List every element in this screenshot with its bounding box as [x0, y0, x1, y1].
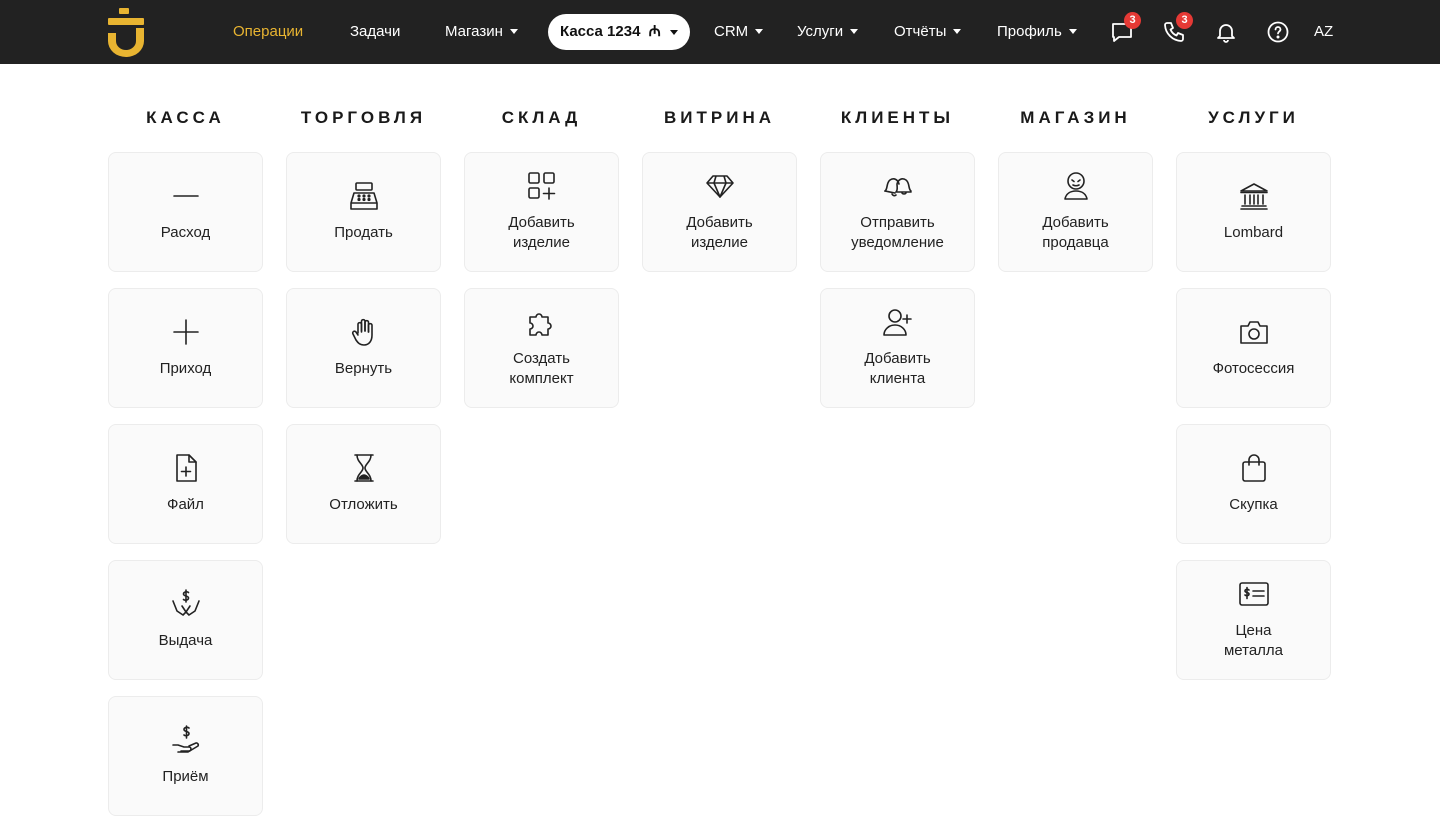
card-label: Отложить [329, 496, 398, 513]
nav-operations[interactable]: Операции [233, 0, 303, 64]
calls-badge: 3 [1176, 12, 1193, 29]
card-label: Вернуть [334, 360, 393, 377]
camera-icon [1239, 317, 1269, 347]
nav-reports-dropdown[interactable]: Отчёты [894, 0, 962, 64]
warehouse-add-item-card[interactable]: Добавить изделие [464, 152, 619, 272]
kassa-selector-label: Касса 1234 [560, 23, 641, 40]
card-label: Расход [160, 224, 211, 241]
user-add-icon [882, 307, 913, 337]
file-add-icon [171, 453, 201, 483]
card-label: Файл [167, 496, 204, 513]
caret-down-icon [1068, 28, 1077, 34]
nav-tasks[interactable]: Задачи [350, 0, 400, 64]
currency-symbol: ₼ [648, 23, 661, 40]
bell-icon [1217, 24, 1235, 43]
seller-icon [1061, 171, 1091, 201]
cash-register-icon [349, 181, 379, 211]
card-label: Отправить уведомление [851, 214, 944, 251]
send-notification-card[interactable]: Отправить уведомление [820, 152, 975, 272]
card-label: Выдача [158, 632, 213, 649]
hand-dollar-icon [171, 725, 201, 755]
postpone-card[interactable]: Отложить [286, 424, 441, 544]
showcase-add-item-card[interactable]: Добавить изделие [642, 152, 797, 272]
add-client-card[interactable]: Добавить клиента [820, 288, 975, 408]
top-navigation-bar: Операции Задачи Магазин Касса 1234 ₼ CRM… [0, 0, 1440, 64]
brand-logo-icon[interactable] [106, 6, 148, 58]
column-title-services: УСЛУГИ [1208, 108, 1299, 127]
hand-stop-icon [349, 317, 379, 347]
bank-icon [1239, 181, 1269, 211]
caret-down-icon [850, 28, 859, 34]
kassa-selector[interactable]: Касса 1234 ₼ [548, 14, 690, 50]
card-label: Скупка [1229, 496, 1278, 513]
nav-store-dropdown[interactable]: Магазин [445, 0, 518, 64]
calls-button[interactable]: 3 [1162, 12, 1193, 44]
hands-dollar-icon [171, 589, 201, 619]
lombard-card[interactable]: Lombard [1176, 152, 1331, 272]
bells-icon [883, 171, 913, 201]
caret-down-icon [953, 28, 962, 34]
messages-badge: 3 [1124, 12, 1141, 29]
shopping-bag-icon [1239, 453, 1269, 483]
card-label: Создать комплект [509, 350, 574, 387]
return-card[interactable]: Вернуть [286, 288, 441, 408]
buyback-card[interactable]: Скупка [1176, 424, 1331, 544]
income-card[interactable]: Приход [108, 288, 263, 408]
card-label: Добавить продавца [1042, 214, 1109, 251]
card-label: Добавить изделие [508, 214, 575, 251]
notifications-button[interactable] [1214, 20, 1238, 44]
language-switch[interactable]: AZ [1314, 0, 1333, 64]
card-label: Добавить изделие [686, 214, 753, 251]
column-title-warehouse: СКЛАД [501, 108, 582, 127]
caret-down-icon [509, 28, 518, 34]
caret-down-icon [670, 30, 678, 35]
add-seller-card[interactable]: Добавить продавца [998, 152, 1153, 272]
caret-down-icon [755, 28, 764, 34]
grid-add-icon [527, 171, 557, 201]
receive-card[interactable]: Приём [108, 696, 263, 816]
column-title-trade: ТОРГОВЛЯ [300, 108, 427, 127]
minus-icon [171, 181, 201, 211]
payout-card[interactable]: Выдача [108, 560, 263, 680]
nav-services-dropdown[interactable]: Услуги [797, 0, 859, 64]
column-title-showcase: ВИТРИНА [664, 108, 775, 127]
column-title-store: МАГАЗИН [1020, 108, 1131, 127]
diamond-icon [705, 171, 735, 201]
sell-card[interactable]: Продать [286, 152, 441, 272]
photoshoot-card[interactable]: Фотосессия [1176, 288, 1331, 408]
card-label: Lombard [1223, 224, 1284, 241]
price-tag-icon [1238, 579, 1269, 609]
metal-price-card[interactable]: Цена металла [1176, 560, 1331, 680]
messages-button[interactable]: 3 [1110, 12, 1141, 44]
column-title-clients: КЛИЕНТЫ [840, 108, 955, 127]
plus-icon [171, 317, 201, 347]
card-label: Приход [159, 360, 212, 377]
card-label: Добавить клиента [864, 350, 931, 387]
card-label: Цена металла [1223, 622, 1284, 659]
hourglass-icon [349, 453, 379, 483]
nav-profile-dropdown[interactable]: Профиль [997, 0, 1077, 64]
card-label: Приём [162, 768, 209, 785]
file-card[interactable]: Файл [108, 424, 263, 544]
expense-card[interactable]: Расход [108, 152, 263, 272]
card-label: Фотосессия [1212, 360, 1295, 377]
card-label: Продать [334, 224, 393, 241]
help-button[interactable] [1266, 20, 1290, 44]
nav-crm-dropdown[interactable]: CRM [714, 0, 764, 64]
column-title-kassa: КАССА [146, 108, 225, 127]
puzzle-icon [527, 307, 557, 337]
help-icon [1267, 21, 1289, 43]
create-set-card[interactable]: Создать комплект [464, 288, 619, 408]
